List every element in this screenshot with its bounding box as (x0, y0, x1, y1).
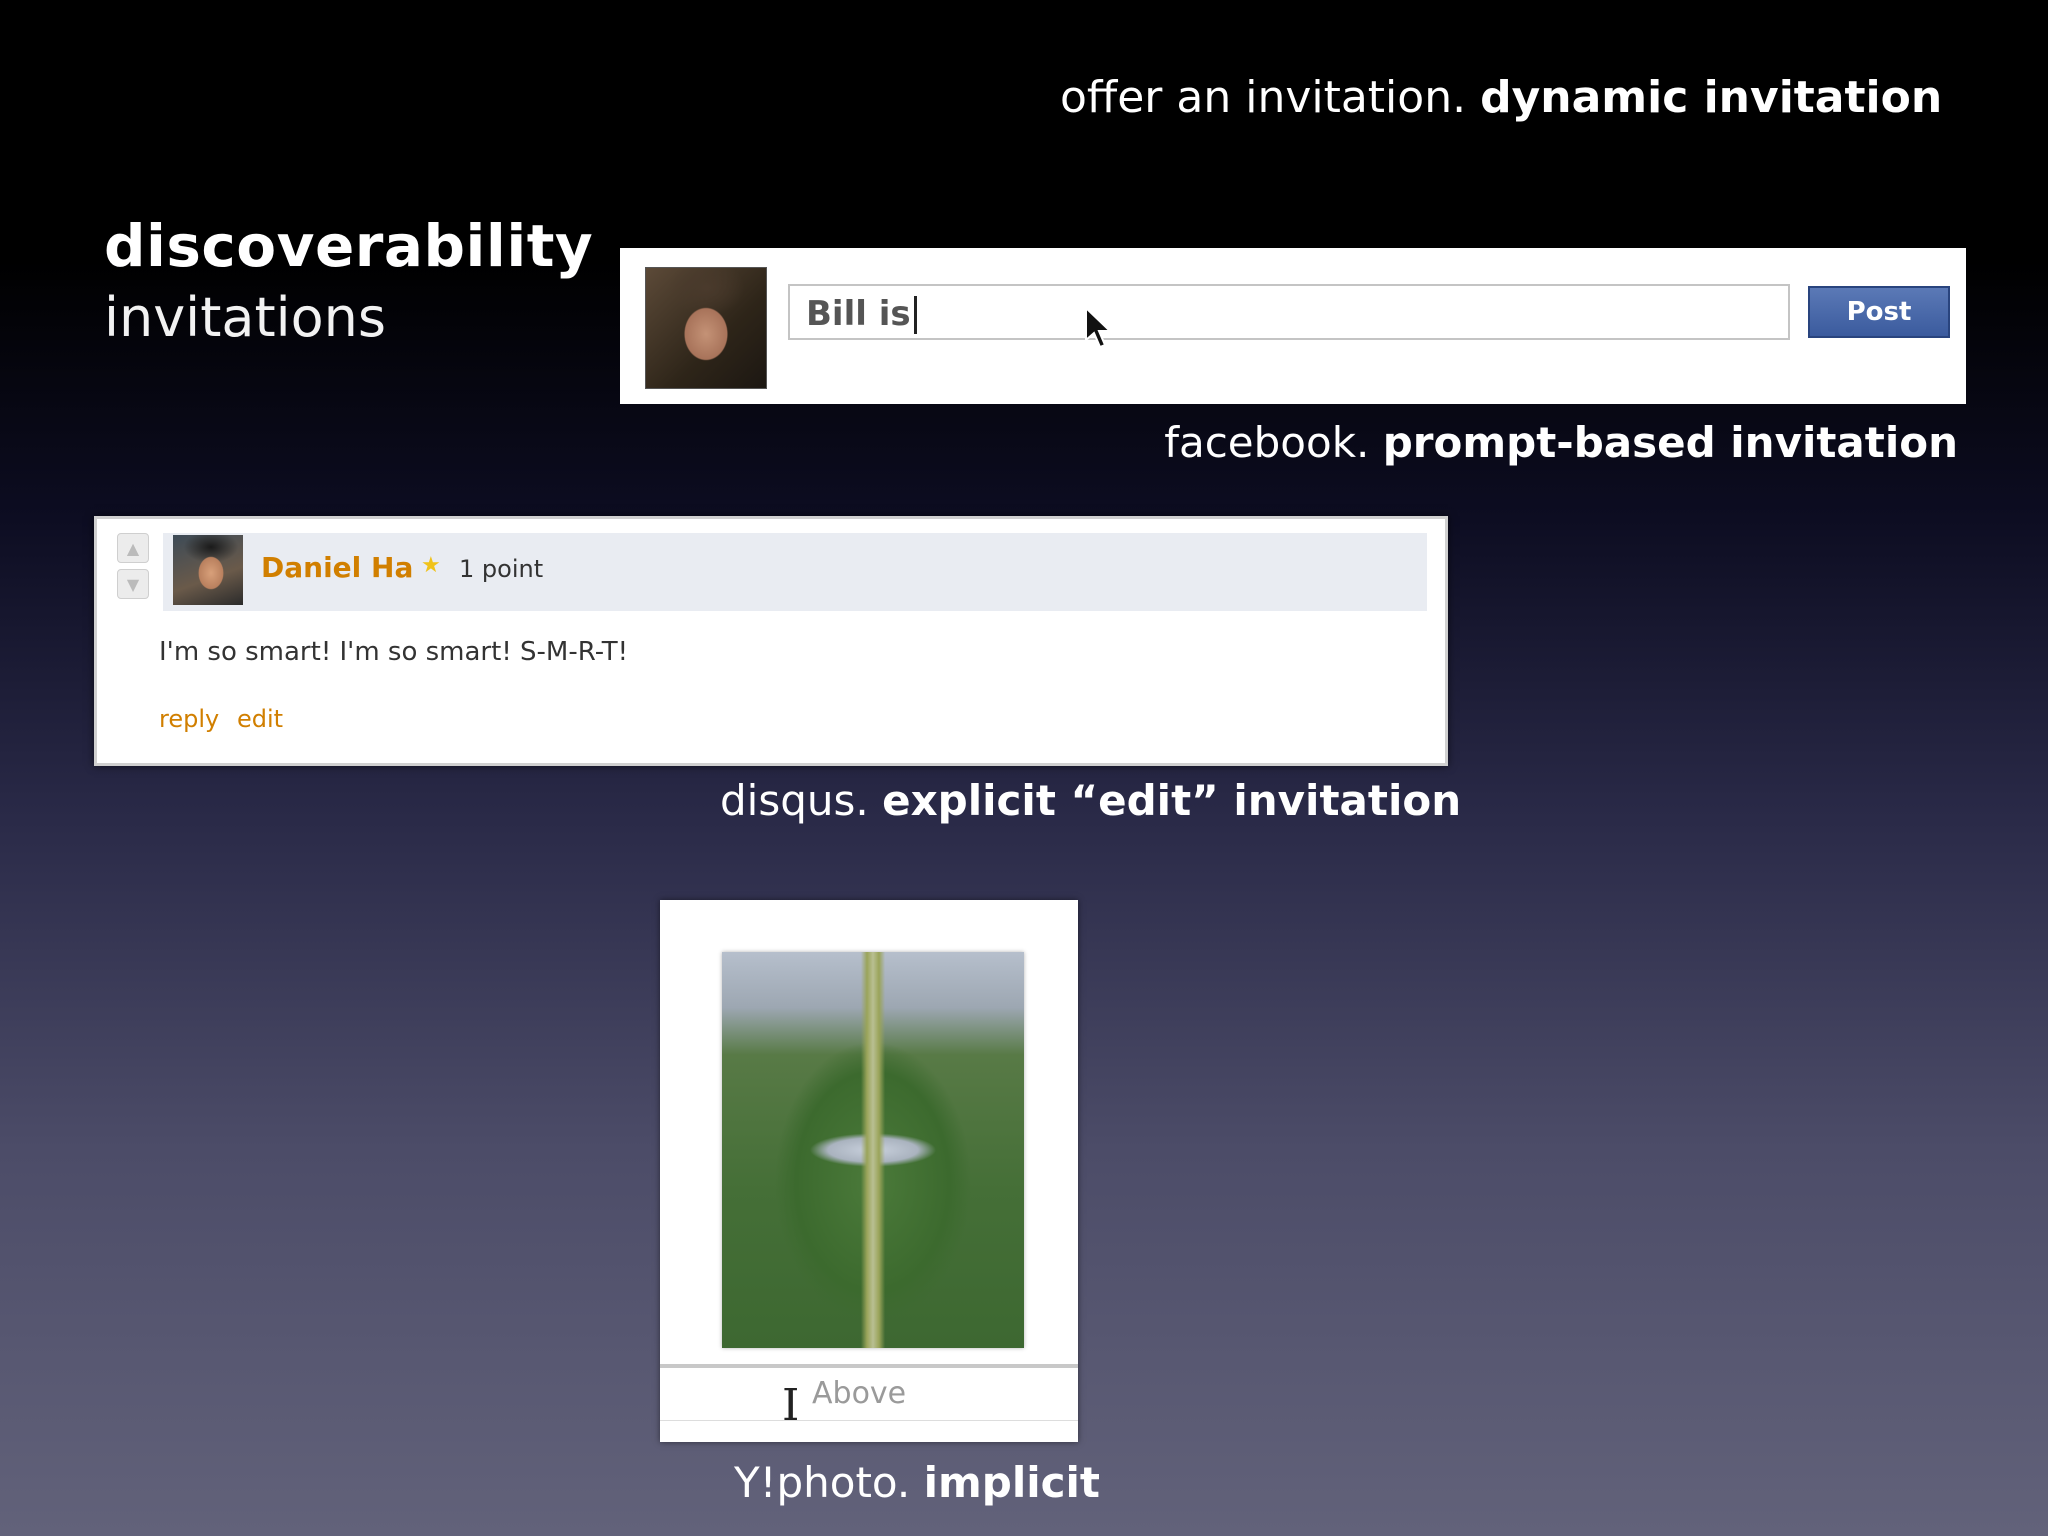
status-input[interactable]: Bill is (788, 284, 1790, 340)
facebook-caption-bold: prompt-based invitation (1382, 418, 1958, 467)
yphoto-caption-bold: implicit (923, 1458, 1100, 1507)
yphoto-panel: I Above (660, 900, 1078, 1442)
slide-title: discoverability (104, 212, 594, 280)
avatar[interactable] (173, 535, 243, 605)
facebook-caption: facebook. prompt-based invitation (1100, 418, 1958, 467)
reply-link[interactable]: reply (159, 705, 219, 733)
avatar (645, 267, 767, 389)
vote-up-icon[interactable]: ▲ (117, 533, 149, 563)
vote-down-icon[interactable]: ▼ (117, 569, 149, 599)
photo-title-text: Above (812, 1376, 907, 1411)
facebook-caption-light: facebook. (1164, 418, 1370, 467)
post-button[interactable]: Post (1808, 286, 1950, 338)
text-cursor-icon: I (782, 1380, 800, 1431)
photo-thumbnail[interactable] (722, 952, 1024, 1348)
photo-title-field[interactable]: I Above (660, 1368, 1078, 1431)
comment-header: Daniel Ha ★ 1 point (163, 533, 1427, 611)
top-caption: offer an invitation. dynamic invitation (1060, 72, 1942, 123)
arrow-cursor-icon (1085, 306, 1113, 349)
facebook-status-panel: Bill is Post (620, 248, 1966, 404)
yphoto-caption: Y!photo. implicit (720, 1458, 1100, 1507)
disqus-caption-bold: explicit “edit” invitation (882, 776, 1462, 825)
slide-subtitle: invitations (104, 286, 387, 349)
top-caption-light: offer an invitation. (1060, 72, 1467, 123)
comment-points: 1 point (459, 555, 544, 583)
star-icon: ★ (421, 553, 441, 578)
edit-link[interactable]: edit (237, 705, 283, 733)
comment-author[interactable]: Daniel Ha (261, 551, 413, 584)
disqus-caption: disqus. explicit “edit” invitation (720, 776, 1461, 825)
yphoto-caption-light: Y!photo. (734, 1458, 911, 1507)
disqus-comment-panel: ▲ ▼ Daniel Ha ★ 1 point I'm so smart! I'… (94, 516, 1448, 766)
disqus-caption-light: disqus. (720, 776, 869, 825)
comment-body: I'm so smart! I'm so smart! S-M-R-T! (159, 637, 629, 667)
status-input-value: Bill is (806, 294, 911, 334)
top-caption-bold: dynamic invitation (1480, 72, 1943, 123)
text-caret (914, 296, 917, 334)
